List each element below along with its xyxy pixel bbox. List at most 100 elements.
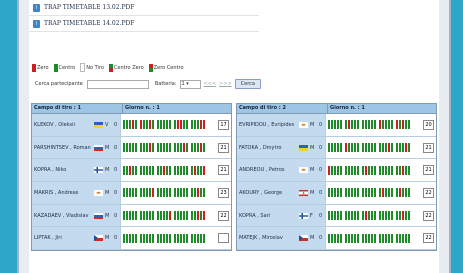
shot-hit [157, 188, 159, 198]
search-bar: Cerca partecipante Batteria: 1 ▾ <<< >>>… [35, 79, 261, 89]
shot-hit [399, 143, 401, 153]
shot-hit [345, 211, 347, 221]
shot-hit [351, 233, 353, 243]
russia-flag-icon [94, 144, 103, 151]
shot-hit [351, 165, 353, 175]
table-row: EVRIPIDOU , Evripides M 0 20 [237, 114, 436, 137]
shot-hit [126, 143, 128, 153]
table-row: ANDREOU , Petros M 0 21 [237, 159, 436, 183]
pdf-file-link[interactable]: i TRAP TIMETABLE 13.02.PDF [29, 0, 259, 16]
shot-group [328, 233, 342, 243]
total-score: 21 [423, 142, 434, 153]
shot-miss [379, 120, 381, 130]
shot-hit [362, 165, 364, 175]
shot-hit [357, 143, 359, 153]
shot-hit [183, 120, 185, 130]
shooter-name[interactable]: KAZADAEV , Vladislav [34, 213, 92, 219]
shot-group [123, 188, 137, 198]
shot-miss [402, 165, 404, 175]
shot-hit [391, 211, 393, 221]
shot-hit [328, 143, 330, 153]
shot-hit [385, 211, 387, 221]
round-header: Giorno n. : 1 [125, 105, 160, 111]
shooter-name[interactable]: PARSHINTSEV , Roman [34, 145, 92, 151]
shot-hit [331, 233, 333, 243]
shot-sequence [328, 120, 410, 130]
shot-hit [157, 120, 159, 130]
shot-hit [180, 165, 182, 175]
shots-cell: 17 [121, 114, 231, 136]
shooter-cell: EVRIPIDOU , Evripides M 0 [237, 114, 326, 136]
shooter-name[interactable]: KOPRA , Niko [34, 167, 92, 173]
shot-hit [140, 211, 142, 221]
legend-swatch-zero-centro [148, 63, 153, 72]
shot-group [379, 120, 393, 130]
shot-sequence [123, 211, 205, 221]
pdf-file-label[interactable]: TRAP TIMETABLE 14.02.PDF [44, 20, 134, 27]
shot-hit [365, 120, 367, 130]
pdf-file-link[interactable]: i TRAP TIMETABLE 14.02.PDF [29, 16, 259, 32]
shot-hit [396, 233, 398, 243]
shooter-name[interactable]: EVRIPIDOU , Evripides [239, 122, 297, 128]
shot-hit [388, 188, 390, 198]
shooter-name[interactable]: LIPTAK , Jiri [34, 235, 92, 241]
shot-hit [396, 143, 398, 153]
next-page-link[interactable]: >>> [219, 81, 232, 87]
shot-hit [174, 188, 176, 198]
shooter-name[interactable]: FATOKA , Dmytro [239, 145, 297, 151]
shot-hit [163, 188, 165, 198]
category-label: M [105, 189, 110, 196]
table-row: KAZADAEV , Vladislav M 0 22 [32, 204, 231, 228]
legend-label: Zero Centro [153, 64, 184, 71]
pdf-file-label[interactable]: TRAP TIMETABLE 13.02.PDF [44, 4, 134, 11]
shot-group [157, 233, 171, 243]
shot-group [396, 211, 410, 221]
shot-hit [362, 188, 364, 198]
shot-group [140, 143, 154, 153]
shot-group [328, 120, 342, 130]
shot-group [345, 120, 359, 130]
shot-hit [337, 211, 339, 221]
shot-hit [177, 143, 179, 153]
shot-hit [194, 233, 196, 243]
shot-group [140, 120, 154, 130]
shooter-name[interactable]: MAKRIS , Andreas [34, 190, 92, 196]
shot-group [362, 143, 376, 153]
batteria-select[interactable]: 1 ▾ [179, 79, 201, 89]
shot-hit [160, 165, 162, 175]
shot-hit [357, 165, 359, 175]
shot-hit [135, 233, 137, 243]
shot-hit [368, 143, 370, 153]
shot-hit [371, 143, 373, 153]
shots-cell: 22 [326, 227, 436, 249]
shot-hit [379, 143, 381, 153]
shot-hit [391, 188, 393, 198]
shot-hit [334, 188, 336, 198]
shot-hit [408, 165, 410, 175]
shooter-name[interactable]: KLEKOV , Oleksii [34, 122, 92, 128]
shooter-name[interactable]: ANDREOU , Petros [239, 167, 297, 173]
shooter-cell: MAKRIS , Andreas M 0 [32, 182, 121, 204]
shot-hit [391, 165, 393, 175]
shot-hit [203, 233, 205, 243]
shot-hit [328, 120, 330, 130]
shooter-name[interactable]: MATEJK , Miroslav [239, 235, 297, 241]
shot-miss [163, 165, 165, 175]
shot-miss [203, 165, 205, 175]
shot-hit [334, 211, 336, 221]
shooter-name[interactable]: KOPRA , Sari [239, 213, 297, 219]
participant-search-input[interactable] [86, 79, 149, 89]
zero-count: 0 [114, 189, 118, 196]
shooter-name[interactable]: AKOURY , George [239, 190, 297, 196]
search-button[interactable]: Cerca [234, 79, 261, 89]
shot-hit [169, 233, 171, 243]
prev-page-link[interactable]: <<< [204, 81, 217, 87]
shot-hit [163, 143, 165, 153]
shot-hit [368, 211, 370, 221]
zero-count: 0 [319, 144, 323, 151]
shot-hit [408, 211, 410, 221]
total-score: 21 [218, 142, 229, 153]
shot-group [379, 143, 393, 153]
shot-hit [132, 143, 134, 153]
shot-hit [408, 120, 410, 130]
